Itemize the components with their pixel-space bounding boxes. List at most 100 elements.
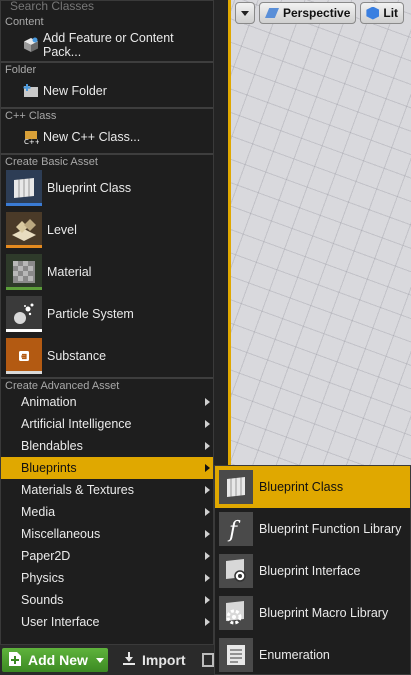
new-folder-icon: [23, 83, 39, 99]
basic-asset-label: Particle System: [47, 307, 134, 321]
chevron-right-icon: [205, 618, 210, 626]
submenu-blueprint-macro-library[interactable]: Blueprint Macro Library: [215, 592, 410, 634]
basic-asset-blueprint-class[interactable]: Blueprint Class: [1, 167, 213, 209]
section-header-basic: Create Basic Asset: [1, 153, 213, 168]
advanced-asset-label: Blendables: [21, 439, 83, 453]
advanced-asset-animation[interactable]: Animation: [1, 391, 213, 413]
perspective-icon: [265, 8, 279, 18]
basic-asset-label: Material: [47, 265, 92, 279]
advanced-asset-label: Artificial Intelligence: [21, 417, 132, 431]
new-cpp-class-label: New C++ Class...: [43, 130, 141, 144]
advanced-asset-physics[interactable]: Physics: [1, 567, 213, 589]
chevron-down-icon: [241, 10, 249, 16]
perspective-button[interactable]: Perspective: [259, 2, 357, 24]
add-feature-item[interactable]: Add Feature or Content Pack...: [1, 29, 213, 61]
advanced-asset-label: Sounds: [21, 593, 64, 607]
chevron-right-icon: [205, 508, 210, 516]
add-new-icon: [8, 651, 22, 670]
level-icon: [6, 212, 42, 248]
advanced-asset-label: Materials & Textures: [21, 483, 135, 497]
basic-asset-label: Blueprint Class: [47, 181, 132, 195]
particle-system-icon: [6, 296, 42, 332]
new-cpp-class-item[interactable]: C++ New C++ Class...: [1, 121, 213, 153]
chevron-right-icon: [205, 442, 210, 450]
add-feature-label: Add Feature or Content Pack...: [43, 31, 174, 59]
import-button[interactable]: Import: [114, 648, 186, 672]
chevron-right-icon: [205, 530, 210, 538]
submenu-item-label: Enumeration: [259, 648, 330, 662]
cpp-class-icon: C++: [23, 129, 39, 145]
blueprint-class-icon: [219, 470, 253, 504]
advanced-asset-label: Miscellaneous: [21, 527, 101, 541]
lit-label: Lit: [383, 6, 399, 20]
chevron-right-icon: [205, 596, 210, 604]
substance-icon: [6, 338, 42, 374]
new-folder-item[interactable]: New Folder: [1, 75, 213, 107]
advanced-asset-blendables[interactable]: Blendables: [1, 435, 213, 457]
basic-asset-label: Level: [47, 223, 77, 237]
submenu-item-label: Blueprint Macro Library: [259, 606, 389, 620]
submenu-item-label: Blueprint Interface: [259, 564, 361, 578]
submenu-blueprint-function-library[interactable]: f Blueprint Function Library: [215, 508, 410, 550]
advanced-asset-miscellaneous[interactable]: Miscellaneous: [1, 523, 213, 545]
submenu-blueprint-class[interactable]: Blueprint Class: [215, 466, 410, 508]
chevron-right-icon: [205, 398, 210, 406]
advanced-asset-media[interactable]: Media: [1, 501, 213, 523]
material-icon: [6, 254, 42, 290]
add-new-button[interactable]: Add New: [2, 648, 108, 672]
advanced-asset-label: Physics: [21, 571, 65, 585]
advanced-asset-paper2d[interactable]: Paper2D: [1, 545, 213, 567]
new-folder-label: New Folder: [43, 84, 107, 98]
submenu-item-label: Blueprint Class: [259, 480, 344, 494]
import-icon: [122, 651, 136, 669]
basic-asset-material[interactable]: Material: [1, 251, 213, 293]
advanced-asset-user-interface[interactable]: User Interface: [1, 611, 213, 633]
advanced-asset-label: User Interface: [21, 615, 100, 629]
macro-library-icon: [219, 596, 253, 630]
save-all-icon[interactable]: [201, 653, 214, 667]
content-browser-toolbar: Add New Import: [0, 645, 228, 675]
section-header-cpp: C++ Class: [1, 107, 213, 122]
svg-text:f: f: [227, 518, 241, 543]
basic-asset-label: Substance: [47, 349, 107, 363]
content-pack-icon: [23, 37, 39, 53]
chevron-right-icon: [205, 574, 210, 582]
section-header-advanced: Create Advanced Asset: [1, 377, 213, 392]
advanced-asset-materials-textures[interactable]: Materials & Textures: [1, 479, 213, 501]
add-new-label: Add New: [28, 652, 88, 668]
chevron-right-icon: [205, 420, 210, 428]
submenu-item-label: Blueprint Function Library: [259, 522, 402, 536]
basic-asset-level[interactable]: Level: [1, 209, 213, 251]
advanced-asset-label: Media: [21, 505, 56, 519]
advanced-asset-sounds[interactable]: Sounds: [1, 589, 213, 611]
advanced-asset-label: Paper2D: [21, 549, 71, 563]
blueprint-class-icon: [6, 170, 42, 206]
cube-icon: [366, 6, 380, 20]
basic-asset-substance[interactable]: Substance: [1, 335, 213, 377]
submenu-enumeration[interactable]: Enumeration: [215, 634, 410, 675]
chevron-right-icon: [205, 486, 210, 494]
viewport-options-button[interactable]: [235, 2, 255, 24]
search-input[interactable]: Search Classes: [1, 1, 213, 15]
advanced-asset-blueprints[interactable]: Blueprints: [1, 457, 213, 479]
function-library-icon: f: [219, 512, 253, 546]
advanced-asset-artificial-intelligence[interactable]: Artificial Intelligence: [1, 413, 213, 435]
chevron-right-icon: [205, 552, 210, 560]
enumeration-icon: [219, 638, 253, 672]
chevron-down-icon: [95, 657, 104, 663]
section-header-folder: Folder: [1, 61, 213, 76]
lit-button[interactable]: Lit: [360, 2, 405, 24]
blueprint-interface-icon: [219, 554, 253, 588]
svg-text:C++: C++: [24, 138, 39, 145]
chevron-right-icon: [205, 464, 210, 472]
viewport-toolbar: Perspective Lit: [231, 0, 411, 26]
section-header-content: Content: [1, 15, 213, 29]
submenu-blueprint-interface[interactable]: Blueprint Interface: [215, 550, 410, 592]
advanced-asset-label: Animation: [21, 395, 77, 409]
basic-asset-particle-system[interactable]: Particle System: [1, 293, 213, 335]
blueprints-submenu: Blueprint Class f Blueprint Function Lib…: [214, 465, 411, 675]
advanced-asset-label: Blueprints: [21, 461, 77, 475]
import-label: Import: [142, 652, 186, 668]
add-new-menu: Search Classes Content Add Feature or Co…: [0, 0, 214, 645]
perspective-label: Perspective: [283, 6, 351, 20]
